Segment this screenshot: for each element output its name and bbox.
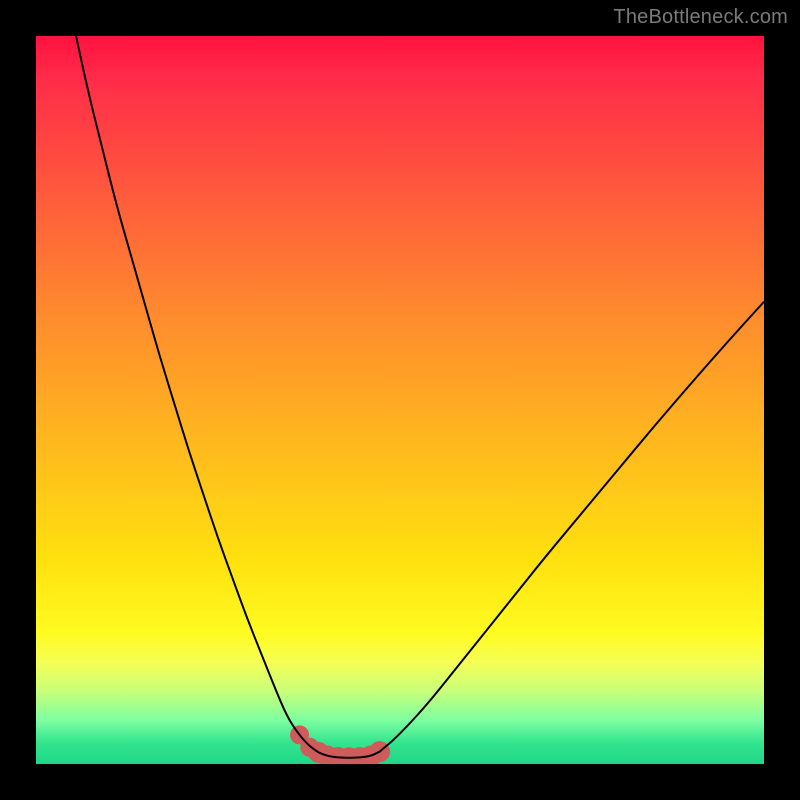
plot-area — [36, 36, 764, 764]
outer-frame: TheBottleneck.com — [0, 0, 800, 800]
bottleneck-curve-path — [76, 36, 764, 758]
watermark-text: TheBottleneck.com — [613, 6, 788, 29]
bottleneck-curve-svg — [36, 36, 764, 764]
